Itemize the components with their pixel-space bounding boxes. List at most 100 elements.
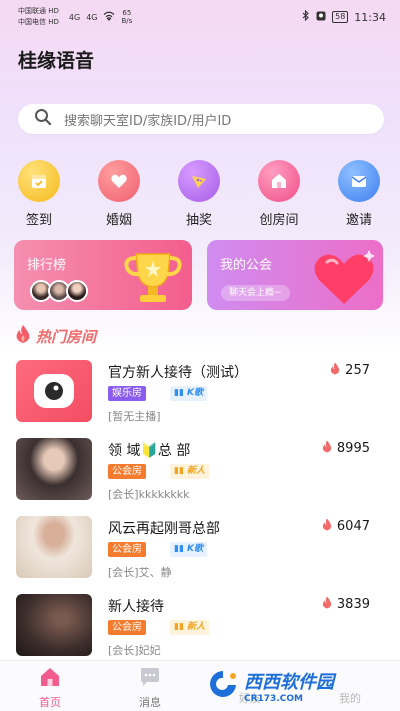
room-sub-tag-text: K歌 bbox=[187, 388, 204, 398]
house-icon bbox=[258, 160, 300, 202]
quick-action-label: 签到 bbox=[25, 213, 52, 228]
heat-flame-icon bbox=[329, 362, 341, 379]
room-item[interactable]: 新人接待 公会房 ▮▮ 新人 [会长]妃妃 3839 bbox=[0, 586, 400, 660]
room-heat-value: 6047 bbox=[336, 519, 370, 534]
search-icon bbox=[34, 108, 52, 130]
nav-home[interactable]: 首页 bbox=[20, 666, 80, 710]
location-icon bbox=[316, 11, 326, 24]
room-name: 领 域🔰总 部 bbox=[108, 443, 191, 459]
room-sub-tag-text: 新人 bbox=[187, 466, 206, 476]
search-placeholder: 搜索聊天室ID/家族ID/用户ID bbox=[64, 113, 232, 129]
quick-action-sign-in[interactable]: 签到 bbox=[9, 160, 69, 228]
avatar bbox=[66, 280, 88, 302]
bars-icon: ▮▮ bbox=[174, 388, 188, 398]
room-host: [会长]kkkkkkkk bbox=[108, 488, 190, 501]
quick-action-marriage[interactable]: 婚姻 bbox=[89, 160, 149, 228]
my-guild-card-subtitle: 聊天会上瘾~ bbox=[221, 285, 290, 301]
room-list: 官方新人接待（测试） 娱乐房 ▮▮ K歌 [暂无主播] 257 领 域🔰总 部 … bbox=[0, 352, 400, 660]
watermark: 西西软件园 CR173.COM bbox=[206, 666, 396, 706]
net-speed: 65 B/s bbox=[121, 9, 132, 25]
room-host: [会长]艾、静 bbox=[108, 566, 172, 579]
bars-icon: ▮▮ bbox=[174, 622, 188, 632]
room-item[interactable]: 领 域🔰总 部 公会房 ▮▮ 新人 [会长]kkkkkkkk 8995 bbox=[0, 430, 400, 508]
quick-action-invite[interactable]: 邀请 bbox=[329, 160, 389, 228]
chat-bubble-icon bbox=[138, 668, 162, 692]
room-heat-value: 257 bbox=[345, 363, 370, 378]
nav-messages-label: 消息 bbox=[139, 696, 161, 709]
hot-rooms-title: 热门房间 bbox=[36, 327, 97, 346]
status-right: 58 11:34 bbox=[302, 9, 386, 24]
room-name: 风云再起刚哥总部 bbox=[108, 521, 220, 537]
room-heat: 6047 bbox=[321, 518, 370, 535]
room-heat-value: 3839 bbox=[336, 597, 370, 612]
room-sub-tag-text: 新人 bbox=[187, 622, 206, 632]
room-host: [暂无主播] bbox=[108, 410, 161, 423]
room-host: [会长]妃妃 bbox=[108, 644, 161, 657]
room-type-tag: 公会房 bbox=[108, 542, 146, 557]
eye-logo-icon bbox=[32, 372, 76, 414]
ranking-card[interactable]: 排行榜 bbox=[14, 240, 192, 310]
watermark-text: 西西软件园 bbox=[244, 672, 334, 693]
room-sub-tag: ▮▮ 新人 bbox=[170, 620, 210, 635]
room-sub-tag: ▮▮ K歌 bbox=[170, 542, 208, 557]
heat-flame-icon bbox=[321, 440, 333, 457]
calendar-icon bbox=[18, 160, 60, 202]
room-item[interactable]: 风云再起刚哥总部 公会房 ▮▮ K歌 [会长]艾、静 6047 bbox=[0, 508, 400, 586]
quick-action-label: 婚姻 bbox=[105, 213, 132, 228]
room-thumbnail bbox=[16, 360, 92, 422]
search-bar[interactable]: 搜索聊天室ID/家族ID/用户ID bbox=[18, 104, 384, 134]
net-speed-value: 65 bbox=[122, 9, 132, 17]
clock: 11:34 bbox=[354, 10, 386, 24]
room-sub-tag-text: K歌 bbox=[187, 544, 204, 554]
nav-messages[interactable]: 消息 bbox=[120, 666, 180, 710]
room-item[interactable]: 官方新人接待（测试） 娱乐房 ▮▮ K歌 [暂无主播] 257 bbox=[0, 352, 400, 430]
big-heart-icon bbox=[311, 250, 377, 310]
carrier-info: 中国联通 HD 中国电信 HD bbox=[18, 6, 59, 28]
ranking-avatars bbox=[30, 280, 88, 302]
hot-rooms-header: 热门房间 bbox=[14, 324, 96, 348]
gift-icon bbox=[178, 160, 220, 202]
quick-actions: 签到 婚姻 抽奖 创房间 邀请 bbox=[0, 160, 400, 230]
room-name: 官方新人接待（测试） bbox=[108, 365, 248, 381]
carrier-2: 中国电信 bbox=[18, 18, 46, 26]
quick-action-label: 邀请 bbox=[345, 213, 372, 228]
room-name: 新人接待 bbox=[108, 599, 164, 615]
watermark-logo-icon bbox=[206, 669, 240, 703]
room-type-tag: 娱乐房 bbox=[108, 386, 146, 401]
room-type-tag: 公会房 bbox=[108, 464, 146, 479]
trophy-icon bbox=[118, 246, 188, 310]
flame-icon bbox=[14, 324, 32, 348]
room-heat: 3839 bbox=[321, 596, 370, 613]
network-1: 4G bbox=[68, 12, 81, 22]
carrier-1: 中国联通 bbox=[18, 7, 46, 15]
status-bar: 中国联通 HD 中国电信 HD 4G 4G 65 B/s 58 11:34 bbox=[0, 0, 400, 34]
quick-action-label: 抽奖 bbox=[185, 213, 212, 228]
watermark-sub: CR173.COM bbox=[244, 694, 303, 704]
carrier-2-badge: HD bbox=[48, 18, 59, 26]
room-sub-tag: ▮▮ 新人 bbox=[170, 464, 210, 479]
my-guild-card-title: 我的公会 bbox=[220, 258, 273, 273]
heart-icon bbox=[98, 160, 140, 202]
envelope-icon bbox=[338, 160, 380, 202]
battery-indicator: 58 bbox=[332, 11, 349, 23]
bars-icon: ▮▮ bbox=[174, 466, 188, 476]
room-sub-tag: ▮▮ K歌 bbox=[170, 386, 208, 401]
app-title: 桂缘语音 bbox=[18, 50, 95, 72]
room-thumbnail bbox=[16, 594, 92, 656]
bars-icon: ▮▮ bbox=[174, 544, 188, 554]
room-heat-value: 8995 bbox=[336, 441, 370, 456]
home-icon bbox=[38, 668, 62, 692]
room-heat: 8995 bbox=[321, 440, 370, 457]
nav-home-label: 首页 bbox=[39, 696, 61, 709]
quick-action-lottery[interactable]: 抽奖 bbox=[169, 160, 229, 228]
my-guild-card[interactable]: 我的公会 聊天会上瘾~ bbox=[207, 240, 383, 310]
bluetooth-icon bbox=[302, 9, 310, 24]
carrier-1-badge: HD bbox=[48, 7, 59, 15]
network-indicators: 4G 4G 65 B/s bbox=[69, 9, 132, 25]
room-thumbnail bbox=[16, 516, 92, 578]
wifi-icon bbox=[103, 11, 115, 23]
room-heat: 257 bbox=[329, 362, 370, 379]
quick-action-create-room[interactable]: 创房间 bbox=[249, 160, 309, 228]
network-2: 4G bbox=[86, 12, 98, 22]
ranking-card-title: 排行榜 bbox=[27, 258, 67, 273]
